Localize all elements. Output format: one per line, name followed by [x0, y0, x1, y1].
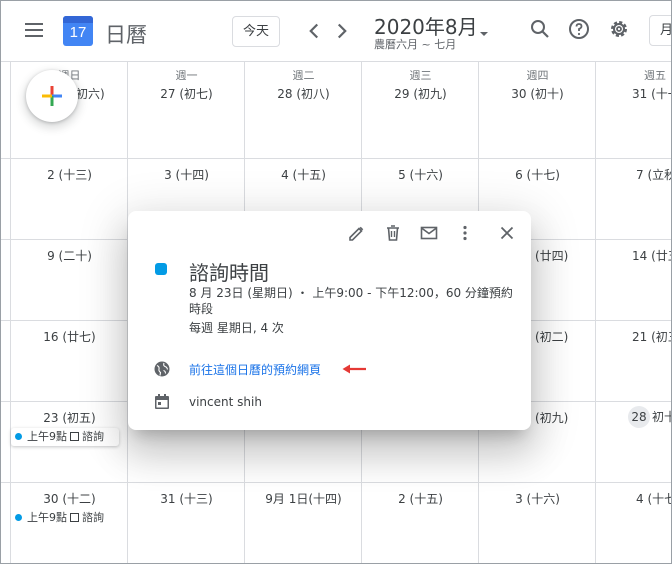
- date-cell[interactable]: 7 (立秋): [596, 166, 671, 183]
- today-marker: 28: [628, 406, 650, 428]
- close-icon[interactable]: [497, 223, 517, 243]
- date-cell[interactable]: 21 (初三): [596, 328, 671, 345]
- grid-line: [10, 61, 11, 563]
- date-cell[interactable]: 9 (二十): [11, 247, 128, 264]
- grid-line: [1, 61, 671, 62]
- red-arrow-annotation: [342, 364, 366, 374]
- today-button[interactable]: 今天: [232, 16, 280, 47]
- event-color-dot: [15, 514, 22, 521]
- plus-icon: [42, 86, 62, 106]
- date-cell[interactable]: 2 (十五): [362, 490, 479, 507]
- date-cell[interactable]: 3 (十四): [128, 166, 245, 183]
- date-cell[interactable]: 23 (初五): [11, 409, 128, 426]
- delete-trash-icon[interactable]: [383, 223, 403, 243]
- help-icon[interactable]: [567, 17, 593, 43]
- date-cell[interactable]: 2 (十三): [11, 166, 128, 183]
- event-color-dot: [15, 433, 22, 440]
- event-chip-time: 上午9點: [27, 430, 67, 443]
- calendar-logo: 17: [63, 16, 93, 46]
- date-cell[interactable]: 14 (廿五): [596, 247, 671, 264]
- next-month-icon[interactable]: [329, 18, 355, 44]
- event-chip-time: 上午9點: [27, 511, 67, 524]
- grid-line: [1, 158, 671, 159]
- date-cell[interactable]: 4 (十五): [245, 166, 362, 183]
- main-menu-icon[interactable]: [21, 19, 47, 43]
- globe-icon: [154, 361, 170, 377]
- appointment-slot-icon: [70, 432, 79, 441]
- today-lunar: 初十): [652, 410, 671, 424]
- date-cell[interactable]: 29 (初九): [362, 85, 479, 102]
- date-cell[interactable]: 5 (十六): [362, 166, 479, 183]
- event-chip-title: 諮詢: [82, 430, 104, 443]
- event-chip-title: 諮詢: [82, 511, 104, 524]
- previous-month-icon[interactable]: [301, 18, 327, 44]
- dropdown-caret-icon[interactable]: [477, 25, 491, 37]
- date-cell[interactable]: 16 (廿七): [11, 328, 128, 345]
- date-cell[interactable]: 28 (初八): [245, 85, 362, 102]
- lunar-subtitle: 農曆六月 ~ 七月: [374, 38, 457, 51]
- app-name: 日曆: [105, 23, 147, 47]
- app-frame: 17 日曆 今天 2020年8月 農曆六月 ~ 七月 月 週日 週一 週二 週三…: [0, 0, 672, 564]
- date-cell[interactable]: 30 (初十): [479, 85, 596, 102]
- event-detail-popup: 諮詢時間 8 月 23日 (星期日) ・ 上午9:00 - 下午12:00，60…: [128, 211, 531, 430]
- event-chip[interactable]: 上午9點 諮詢: [11, 428, 119, 446]
- dow-friday: 週五: [644, 69, 666, 82]
- event-title: 諮詢時間: [189, 261, 269, 285]
- appointment-slot-icon: [70, 513, 79, 522]
- date-cell[interactable]: 6 (十七): [479, 166, 596, 183]
- event-color-swatch: [155, 263, 167, 275]
- edit-pencil-icon[interactable]: [347, 223, 367, 243]
- calendar-owner: vincent shih: [189, 395, 262, 409]
- view-switcher-button[interactable]: 月: [649, 15, 671, 46]
- top-bar: 17 日曆 今天 2020年8月 農曆六月 ~ 七月 月: [1, 1, 671, 61]
- more-options-icon[interactable]: [455, 223, 475, 243]
- calendar-icon: [155, 394, 169, 409]
- event-time-details: 8 月 23日 (星期日) ・ 上午9:00 - 下午12:00，60 分鐘預約…: [189, 286, 513, 316]
- date-cell[interactable]: 30 (十二): [11, 490, 128, 507]
- date-cell[interactable]: 3 (十六): [479, 490, 596, 507]
- grid-line: [595, 61, 596, 563]
- dow-monday: 週一: [175, 69, 198, 82]
- dow-tuesday: 週二: [292, 69, 315, 82]
- today-date-cell[interactable]: 28初十): [596, 406, 671, 428]
- settings-gear-icon[interactable]: [607, 17, 633, 43]
- date-cell[interactable]: 31 (十一): [596, 85, 671, 102]
- email-icon[interactable]: [419, 223, 439, 243]
- grid-line: [1, 482, 671, 483]
- event-recurrence: 每週 星期日, 4 次: [189, 321, 284, 335]
- search-icon[interactable]: [528, 17, 554, 43]
- date-cell[interactable]: 4 (十七): [596, 490, 671, 507]
- logo-day: 17: [69, 24, 87, 41]
- date-cell[interactable]: 9月 1日(十四): [245, 490, 362, 507]
- create-event-button[interactable]: [26, 70, 78, 122]
- dow-wednesday: 週三: [409, 69, 432, 82]
- date-cell[interactable]: 31 (十三): [128, 490, 245, 507]
- booking-page-link[interactable]: 前往這個日曆的預約網頁: [189, 361, 321, 378]
- dow-thursday: 週四: [526, 69, 549, 82]
- date-cell[interactable]: 27 (初七): [128, 85, 245, 102]
- event-chip[interactable]: 上午9點 諮詢: [11, 509, 119, 527]
